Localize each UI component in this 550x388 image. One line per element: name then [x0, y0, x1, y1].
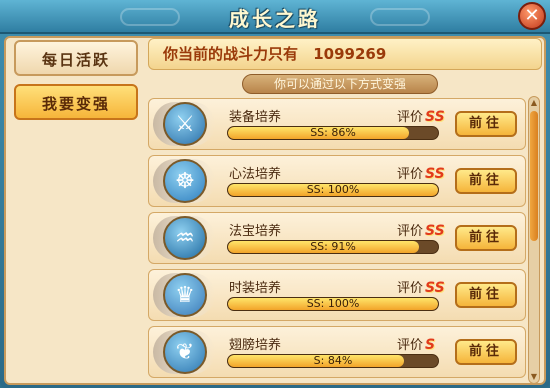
- progress-bar: S: 84%: [227, 354, 439, 368]
- rating: 评价 SS: [397, 106, 445, 125]
- go-button[interactable]: 前往: [455, 168, 517, 194]
- progress-bar: SS: 86%: [227, 126, 439, 140]
- progress-bar: SS: 91%: [227, 240, 439, 254]
- go-button[interactable]: 前往: [455, 225, 517, 251]
- rating: 评价 SS: [397, 163, 445, 182]
- progress-text: S: 84%: [313, 354, 353, 367]
- monk-icon: ☸: [163, 159, 207, 203]
- go-button[interactable]: 前往: [455, 339, 517, 365]
- rating-label: 评价: [397, 338, 424, 353]
- sword-icon: ⚔: [163, 102, 207, 146]
- rating-label: 评价: [397, 281, 424, 296]
- grade-badge: SS: [425, 223, 445, 239]
- item-name: 时装培养: [229, 281, 282, 296]
- grade-badge: SS: [425, 166, 445, 182]
- title-bar: 成长之路 ✕: [0, 0, 550, 34]
- list-item: ⚔ 装备培养 评价 SS SS: 86% 前往: [148, 98, 526, 150]
- rating-label: 评价: [397, 224, 424, 239]
- item-name: 装备培养: [229, 110, 282, 125]
- go-button[interactable]: 前往: [455, 111, 517, 137]
- tab-label: 我要变强: [41, 95, 110, 113]
- rating: 评价 SS: [397, 220, 445, 239]
- list-item: ♒ 法宝培养 评价 SS SS: 91% 前往: [148, 212, 526, 264]
- scrollbar[interactable]: ▲ ▼: [528, 96, 540, 384]
- scroll-thumb[interactable]: [530, 111, 538, 241]
- rating: 评价 S: [397, 334, 435, 353]
- list-item: ♛ 时装培养 评价 SS SS: 100% 前往: [148, 269, 526, 321]
- item-name: 心法培养: [229, 167, 282, 182]
- item-name: 法宝培养: [229, 224, 282, 239]
- tab-label: 每日活跃: [41, 51, 110, 69]
- grade-badge: S: [425, 337, 436, 353]
- item-name: 翅膀培养: [229, 338, 282, 353]
- power-value: 1099269: [313, 45, 387, 63]
- progress-bar: SS: 100%: [227, 183, 439, 197]
- scroll-up-arrow-icon[interactable]: ▲: [529, 98, 539, 108]
- progress-text: SS: 91%: [310, 240, 356, 253]
- gourd-icon: ♒: [163, 216, 207, 260]
- tab-become-stronger[interactable]: 我要变强: [14, 84, 138, 120]
- window-title: 成长之路: [229, 7, 321, 31]
- window-frame: 成长之路 ✕ 每日活跃 我要变强 你当前的战斗力只有 1099269 你可以通过…: [0, 0, 550, 388]
- upgrade-list: ⚔ 装备培养 评价 SS SS: 86% 前往 ☸ 心法培养 评价 SS SS: 1…: [148, 98, 526, 384]
- section-subtitle: 你可以通过以下方式变强: [242, 74, 438, 94]
- progress-text: SS: 100%: [306, 297, 360, 310]
- progress-text: SS: 86%: [310, 126, 356, 139]
- grade-badge: SS: [425, 109, 445, 125]
- costume-icon: ♛: [163, 273, 207, 317]
- power-text: 你当前的战斗力只有: [163, 45, 299, 63]
- rating: 评价 SS: [397, 277, 445, 296]
- tab-daily-active[interactable]: 每日活跃: [14, 40, 138, 76]
- list-item: ☸ 心法培养 评价 SS SS: 100% 前往: [148, 155, 526, 207]
- rating-label: 评价: [397, 110, 424, 125]
- go-button[interactable]: 前往: [455, 282, 517, 308]
- progress-text: SS: 100%: [306, 183, 360, 196]
- list-item: ❦ 翅膀培养 评价 S S: 84% 前往: [148, 326, 526, 378]
- grade-badge: SS: [425, 280, 445, 296]
- close-button[interactable]: ✕: [518, 2, 546, 30]
- progress-bar: SS: 100%: [227, 297, 439, 311]
- rating-label: 评价: [397, 167, 424, 182]
- main-panel: 每日活跃 我要变强 你当前的战斗力只有 1099269 你可以通过以下方式变强 …: [4, 36, 546, 385]
- close-icon: ✕: [524, 5, 540, 26]
- scroll-down-arrow-icon[interactable]: ▼: [529, 372, 539, 382]
- wing-icon: ❦: [163, 330, 207, 374]
- power-banner: 你当前的战斗力只有 1099269: [148, 38, 542, 70]
